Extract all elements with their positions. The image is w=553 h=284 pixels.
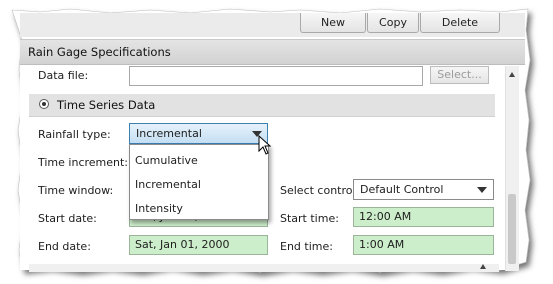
panel-title: Rain Gage Specifications xyxy=(28,45,171,59)
select-control-select[interactable]: Default Control xyxy=(353,179,494,200)
time-series-label: Time Series Data xyxy=(57,98,156,112)
time-window-label: Time window: xyxy=(38,184,114,197)
rainfall-type-dropdown: Cumulative Incremental Intensity xyxy=(129,144,269,220)
panel-header: Rain Gage Specifications xyxy=(20,39,525,65)
scroll-thumb[interactable] xyxy=(508,194,516,264)
start-time-field[interactable]: 12:00 AM xyxy=(353,207,494,227)
time-series-section[interactable]: Time Series Data xyxy=(29,94,495,117)
time-series-radio[interactable] xyxy=(39,99,49,109)
vertical-scrollbar[interactable] xyxy=(505,66,519,271)
scroll-up-icon[interactable] xyxy=(509,72,515,77)
time-increment-label: Time increment: xyxy=(38,156,129,169)
start-date-label: Start date: xyxy=(38,212,97,225)
radio-dot xyxy=(42,102,46,106)
rain-gage-dialog: New Copy Delete Rain Gage Specifications… xyxy=(0,0,553,284)
new-button[interactable]: New xyxy=(300,13,366,33)
select-control-label: Select control: xyxy=(280,184,360,197)
start-time-label: Start time: xyxy=(280,212,339,225)
dropdown-option-intensity[interactable]: Intensity xyxy=(135,202,183,215)
rainfall-type-select[interactable]: Incremental xyxy=(129,123,268,144)
mouse-pointer-icon xyxy=(258,135,272,155)
data-file-label: Data file: xyxy=(38,69,89,82)
copy-button[interactable]: Copy xyxy=(367,13,419,33)
select-control-value: Default Control xyxy=(360,183,444,196)
delete-button[interactable]: Delete xyxy=(420,13,500,33)
data-file-field[interactable] xyxy=(129,66,423,86)
select-file-button[interactable]: Select... xyxy=(430,66,489,84)
scroll-up-icon[interactable] xyxy=(480,264,486,269)
end-time-field[interactable]: 1:00 AM xyxy=(353,235,494,255)
dropdown-option-incremental[interactable]: Incremental xyxy=(135,178,201,191)
end-time-label: End time: xyxy=(280,240,333,253)
rainfall-type-value: Incremental xyxy=(136,127,202,140)
dropdown-option-cumulative[interactable]: Cumulative xyxy=(135,154,198,167)
end-date-label: End date: xyxy=(38,240,91,253)
rainfall-type-label: Rainfall type: xyxy=(38,128,111,141)
bottom-scroll-area xyxy=(29,264,499,272)
end-date-field[interactable]: Sat, Jan 01, 2000 xyxy=(129,235,268,255)
chevron-down-icon[interactable] xyxy=(477,187,487,193)
